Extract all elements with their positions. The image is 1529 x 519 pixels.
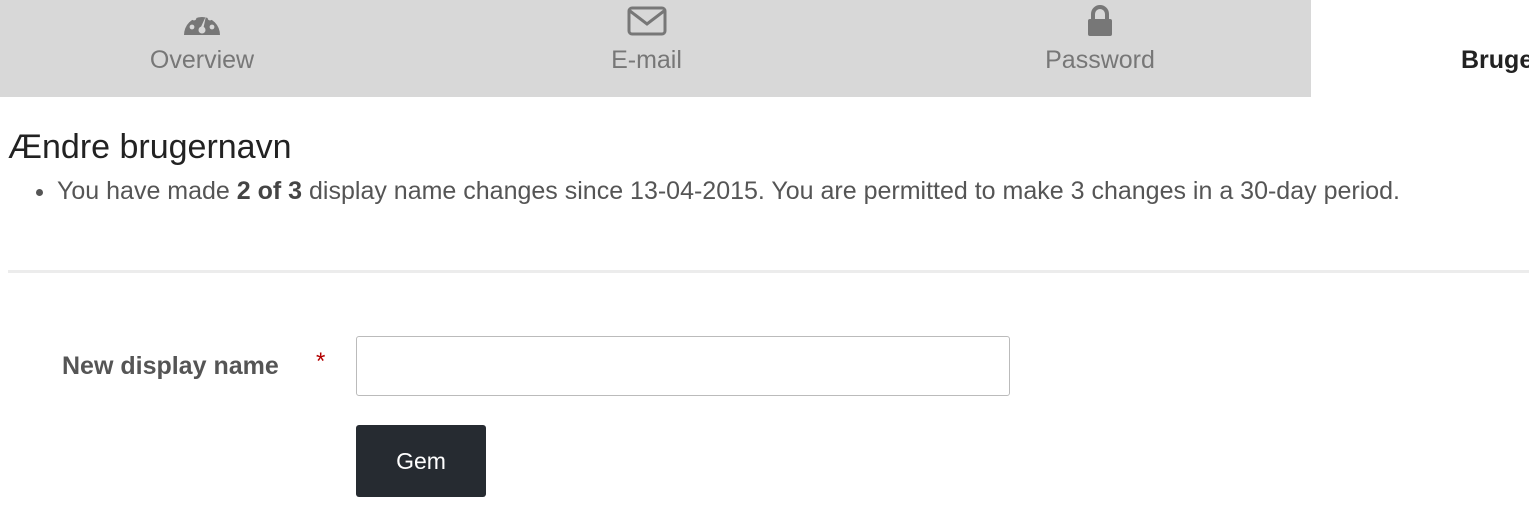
envelope-icon [626, 3, 668, 39]
change-limit-notice: You have made 2 of 3 display name change… [57, 174, 1400, 208]
lock-icon [1079, 3, 1121, 39]
display-name-input[interactable] [356, 336, 1010, 396]
page-title: Ændre brugernavn [8, 128, 292, 166]
info-list: You have made 2 of 3 display name change… [8, 174, 1400, 208]
tab-overview-label: Overview [149, 46, 255, 74]
save-button[interactable]: Gem [356, 425, 486, 497]
required-marker: * [316, 348, 326, 375]
account-tabs: Overview E-mail Password Bruge [0, 0, 1529, 97]
tab-password[interactable]: Password [889, 0, 1311, 97]
tab-email[interactable]: E-mail [404, 0, 889, 97]
tab-username-label: Bruge [1461, 46, 1529, 74]
dashboard-icon [181, 3, 223, 39]
notice-text-before: You have made [57, 177, 237, 205]
section-divider [8, 270, 1529, 273]
notice-text-after: display name changes since 13-04-2015. Y… [302, 177, 1401, 205]
tab-email-label: E-mail [611, 46, 682, 74]
tab-password-label: Password [1045, 46, 1155, 74]
tab-overview[interactable]: Overview [0, 0, 404, 97]
tab-username[interactable]: Bruge [1311, 0, 1529, 97]
display-name-label: New display name [62, 352, 279, 380]
notice-count: 2 of 3 [236, 177, 303, 205]
